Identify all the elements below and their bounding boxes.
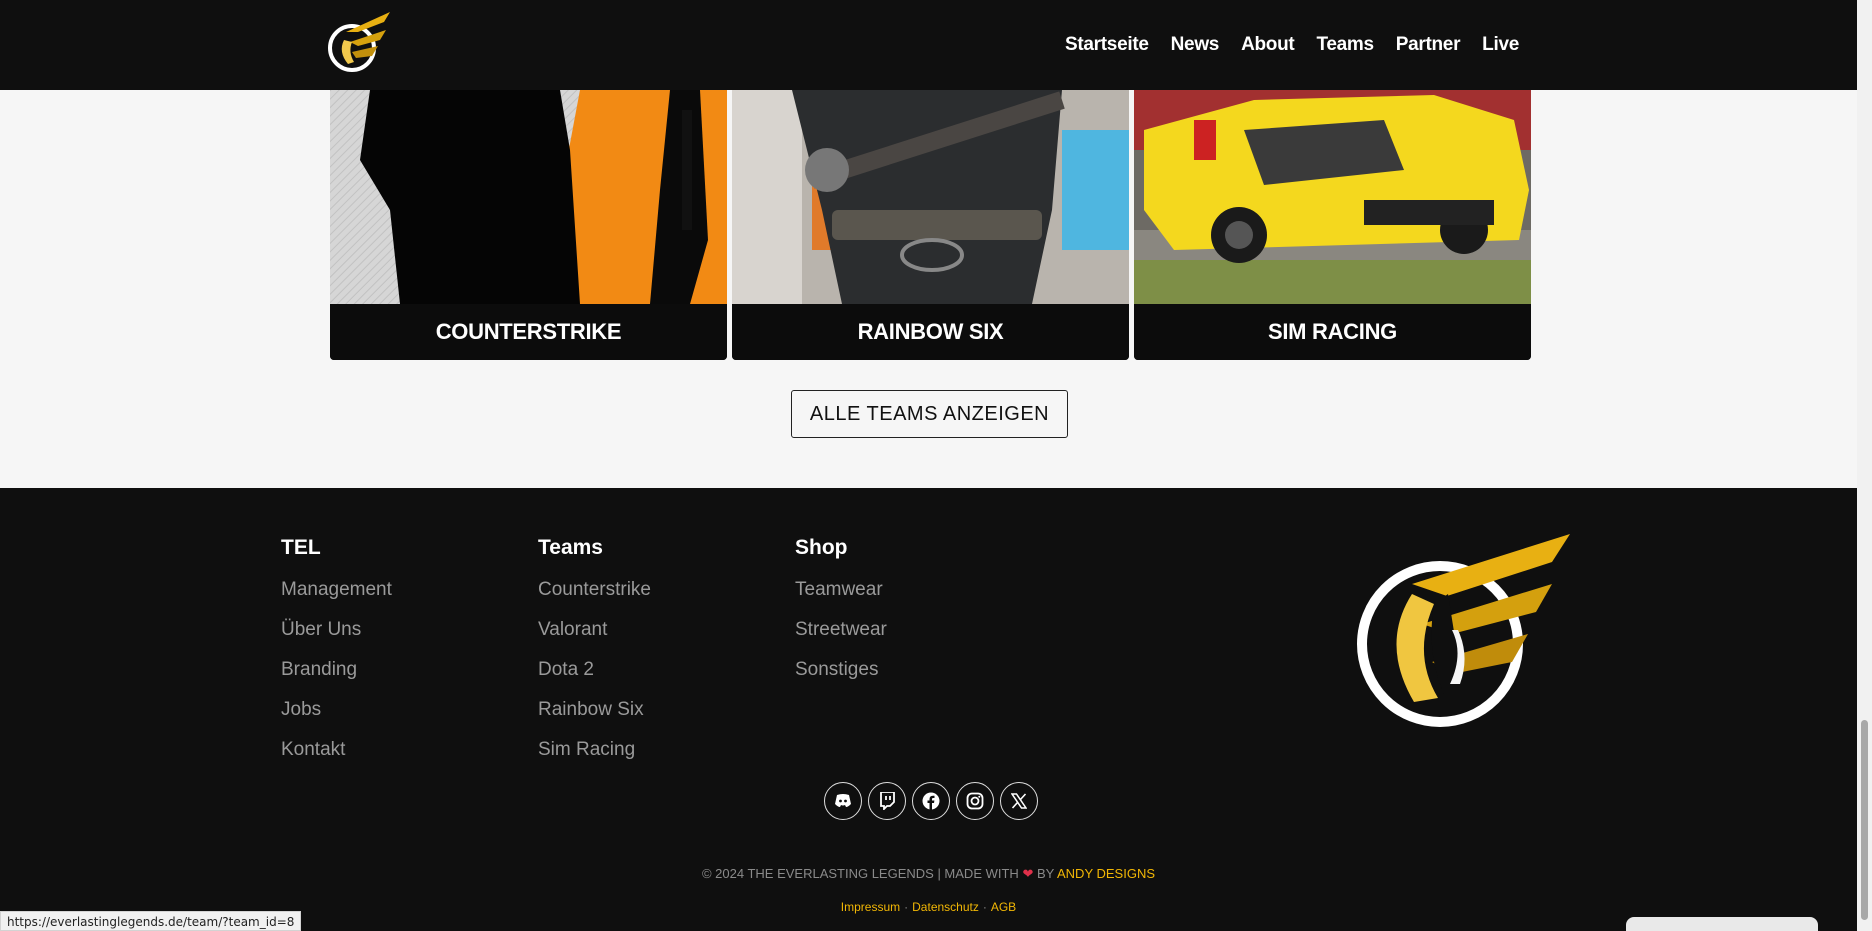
- impressum-link[interactable]: Impressum: [841, 900, 900, 914]
- nav-about[interactable]: About: [1241, 34, 1295, 56]
- copyright-line: © 2024 THE EVERLASTING LEGENDS | MADE WI…: [0, 866, 1857, 882]
- team-card-sim-racing[interactable]: SIM RACING: [1134, 90, 1531, 360]
- footer-link-sim-racing[interactable]: Sim Racing: [538, 738, 651, 762]
- footer-link-sonstiges[interactable]: Sonstiges: [795, 658, 887, 682]
- nav-partner[interactable]: Partner: [1396, 34, 1461, 56]
- nav-startseite[interactable]: Startseite: [1065, 34, 1149, 56]
- footer-logo: [1352, 534, 1572, 734]
- footer-link-rainbow-six[interactable]: Rainbow Six: [538, 698, 651, 722]
- footer-column-title: TEL: [281, 536, 321, 559]
- facebook-icon[interactable]: [912, 782, 950, 820]
- rainbow-six-image: [732, 90, 1129, 304]
- instagram-icon[interactable]: [956, 782, 994, 820]
- nav-news[interactable]: News: [1171, 34, 1220, 56]
- footer-link-kontakt[interactable]: Kontakt: [281, 738, 392, 762]
- page-scrollbar[interactable]: [1857, 0, 1872, 931]
- footer-column-title: Shop: [795, 536, 848, 559]
- footer-link-valorant[interactable]: Valorant: [538, 618, 651, 642]
- team-card-rainbow-six[interactable]: RAINBOW SIX: [732, 90, 1129, 360]
- site-logo[interactable]: [328, 12, 392, 74]
- heart-icon: ❤: [1022, 866, 1034, 881]
- counterstrike-image: [330, 90, 727, 304]
- floating-widget[interactable]: [1626, 917, 1818, 931]
- team-card-counterstrike[interactable]: COUNTERSTRIKE: [330, 90, 727, 360]
- page: COUNTERSTRIKE RAINBOW SIX SIM RACING ALL…: [0, 0, 1872, 931]
- scrollbar-thumb[interactable]: [1861, 720, 1868, 920]
- site-header: Startseite News About Teams Partner Live: [0, 0, 1857, 90]
- footer-link-counterstrike[interactable]: Counterstrike: [538, 578, 651, 602]
- copyright-by: BY: [1036, 866, 1055, 881]
- footer-link-streetwear[interactable]: Streetwear: [795, 618, 887, 642]
- footer-link-teamwear[interactable]: Teamwear: [795, 578, 887, 602]
- card-label: SIM RACING: [1134, 304, 1531, 360]
- footer-column-shop: Shop Teamwear Streetwear Sonstiges: [795, 536, 887, 698]
- site-footer: TEL Management Über Uns Branding Jobs Ko…: [0, 488, 1857, 931]
- sim-racing-image: [1134, 90, 1531, 304]
- status-bar-url: https://everlastinglegends.de/team/?team…: [0, 911, 302, 931]
- all-teams-button[interactable]: ALLE TEAMS ANZEIGEN: [791, 390, 1068, 438]
- nav-live[interactable]: Live: [1482, 34, 1519, 56]
- main-nav: Startseite News About Teams Partner Live: [1065, 34, 1519, 56]
- footer-link-branding[interactable]: Branding: [281, 658, 392, 682]
- footer-link-ueber-uns[interactable]: Über Uns: [281, 618, 392, 642]
- footer-link-jobs[interactable]: Jobs: [281, 698, 392, 722]
- card-label: RAINBOW SIX: [732, 304, 1129, 360]
- team-cards: COUNTERSTRIKE RAINBOW SIX SIM RACING: [330, 90, 1531, 360]
- legal-separator: ·: [904, 900, 909, 914]
- footer-link-management[interactable]: Management: [281, 578, 392, 602]
- copyright-text: © 2024 THE EVERLASTING LEGENDS | MADE WI…: [701, 866, 1019, 881]
- card-label: COUNTERSTRIKE: [330, 304, 727, 360]
- twitch-icon[interactable]: [868, 782, 906, 820]
- footer-link-dota-2[interactable]: Dota 2: [538, 658, 651, 682]
- datenschutz-link[interactable]: Datenschutz: [912, 900, 979, 914]
- footer-column-teams: Teams Counterstrike Valorant Dota 2 Rain…: [538, 536, 651, 778]
- discord-icon[interactable]: [824, 782, 862, 820]
- andy-designs-link[interactable]: ANDY DESIGNS: [1057, 866, 1155, 881]
- agb-link[interactable]: AGB: [991, 900, 1016, 914]
- x-icon[interactable]: [1000, 782, 1038, 820]
- legal-separator: ·: [982, 900, 987, 914]
- footer-column-tel: TEL Management Über Uns Branding Jobs Ko…: [281, 536, 392, 778]
- nav-teams[interactable]: Teams: [1316, 34, 1374, 56]
- footer-column-title: Teams: [538, 536, 603, 559]
- social-links: [824, 782, 1038, 820]
